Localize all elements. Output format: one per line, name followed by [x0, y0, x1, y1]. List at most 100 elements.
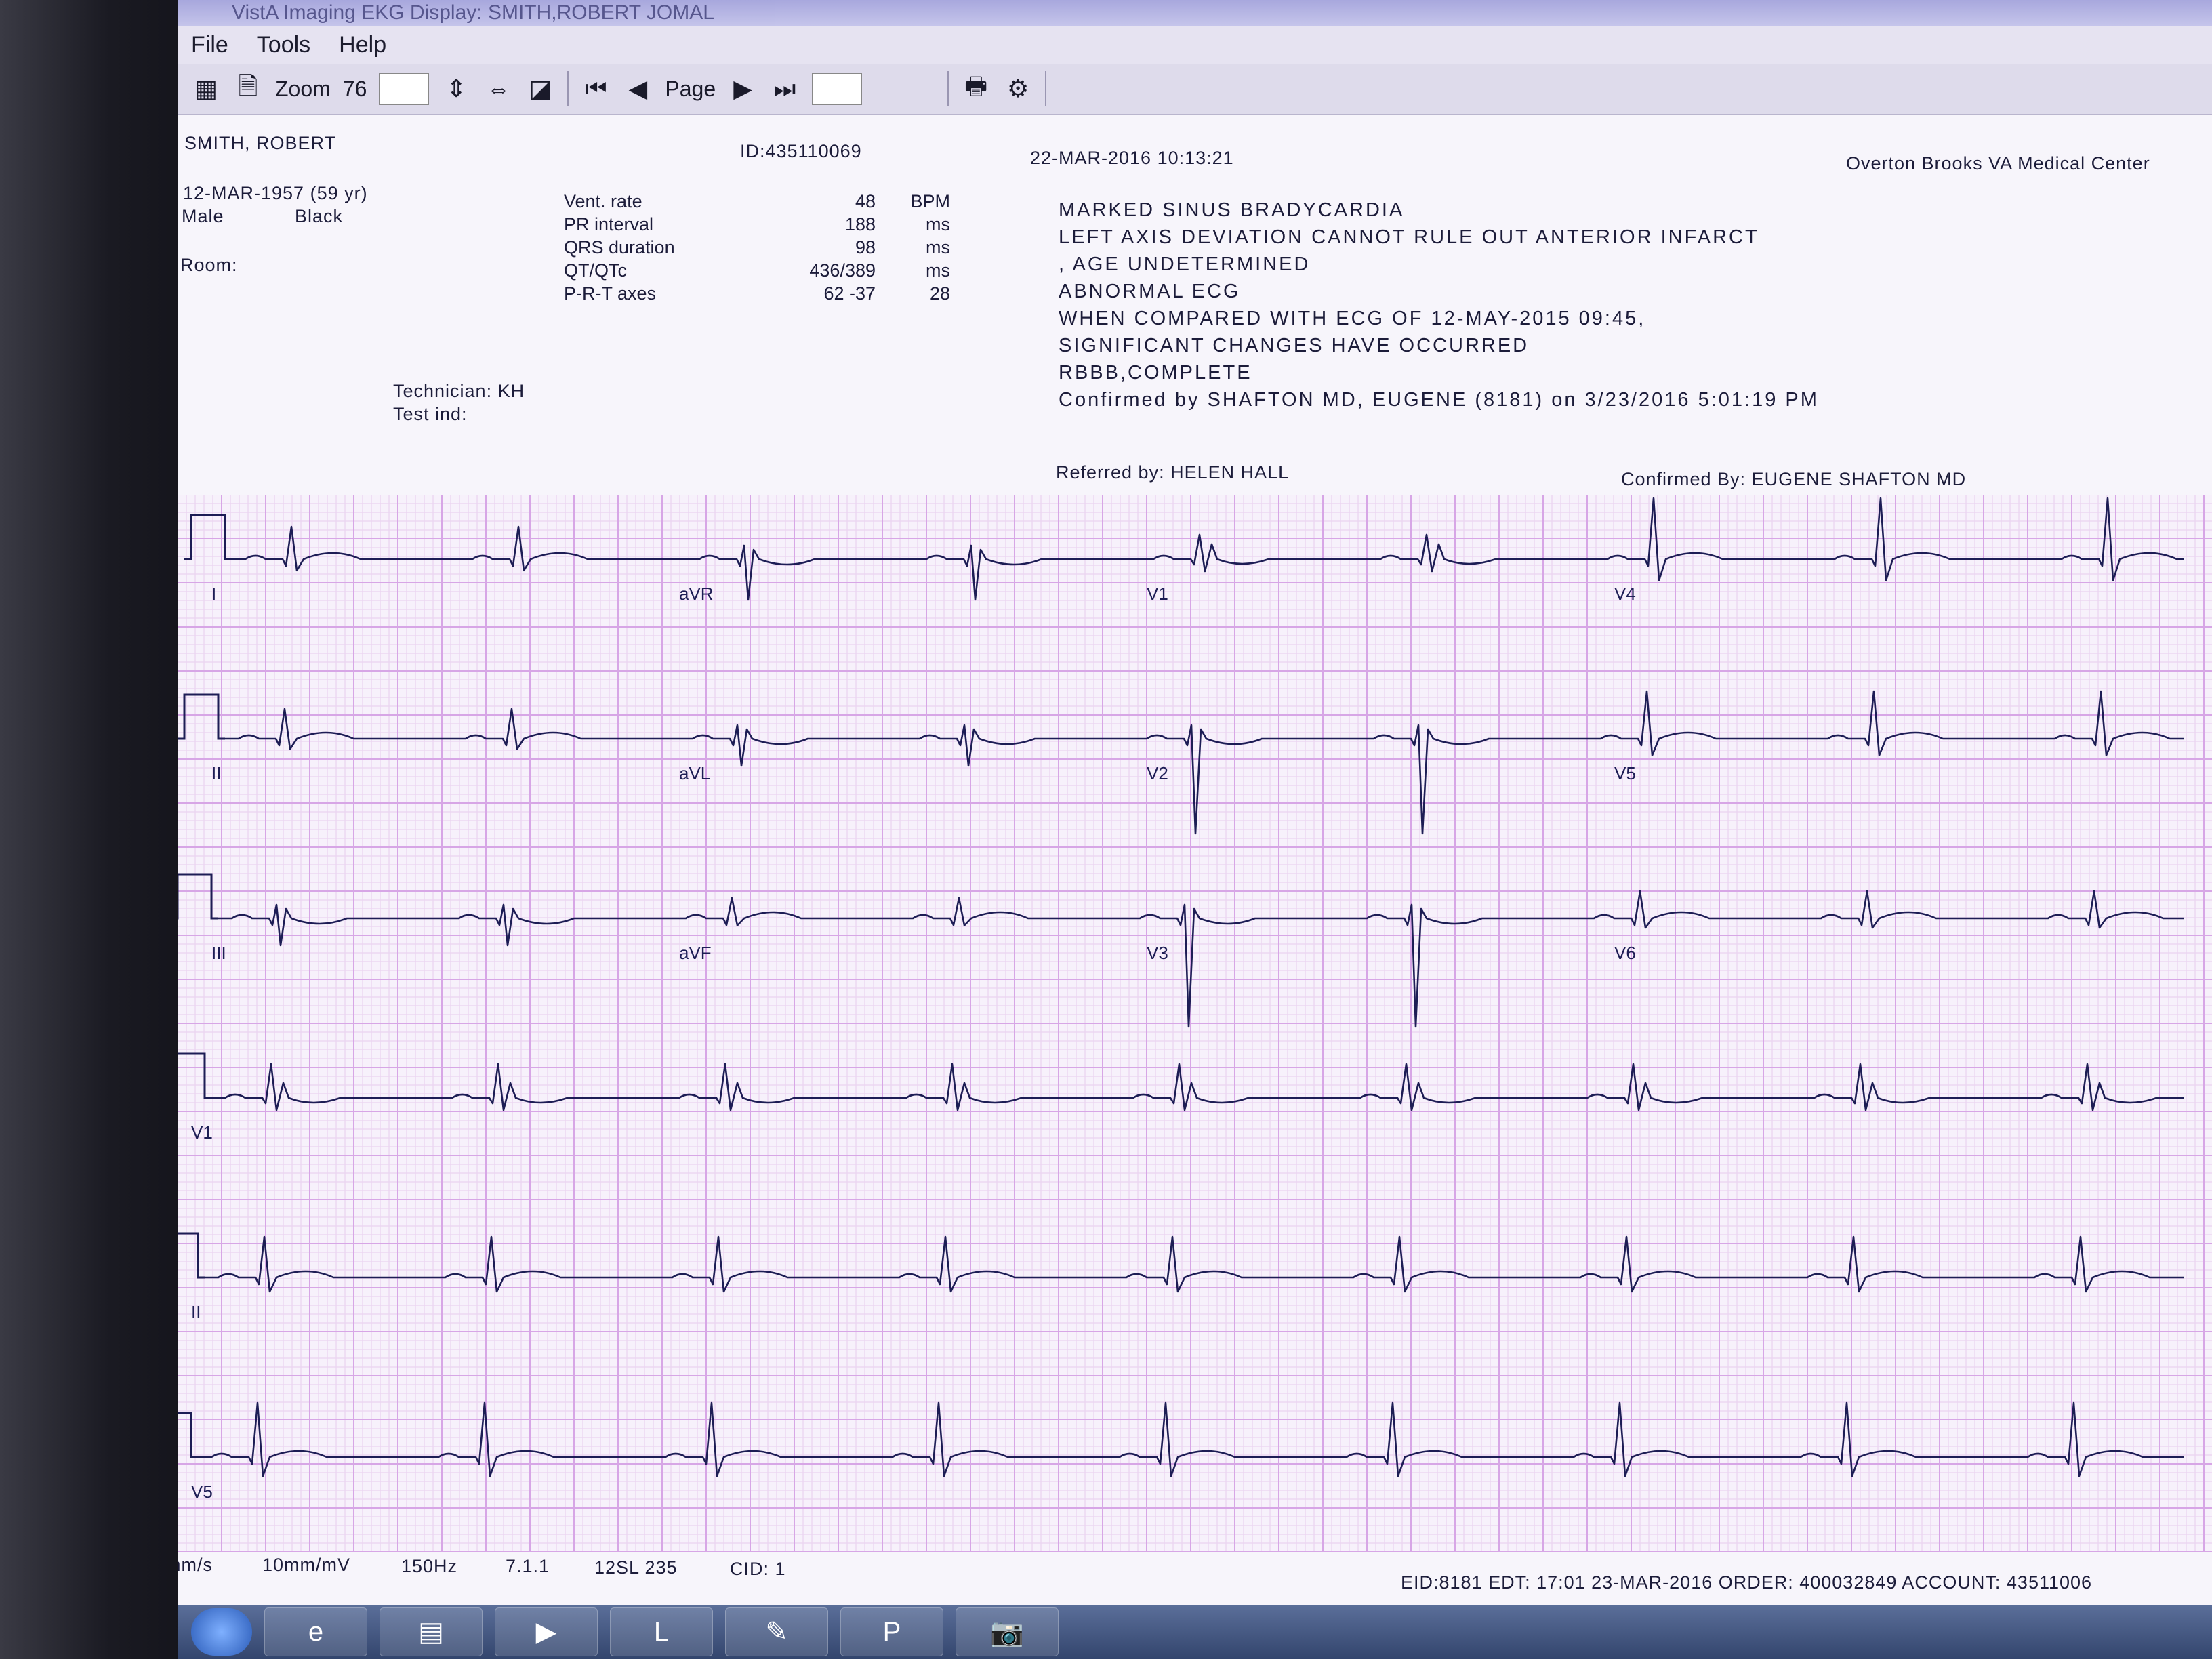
- zoom-label: Zoom: [275, 76, 331, 101]
- app-l-icon[interactable]: L: [610, 1607, 713, 1656]
- lead-label: V3: [1147, 943, 1168, 963]
- toolbar-separator: [567, 71, 569, 106]
- interpretation-line: WHEN COMPARED WITH ECG OF 12-MAY-2015 09…: [1059, 308, 1646, 329]
- toolbar-separator: [1045, 71, 1047, 106]
- lead-label: aVR: [679, 583, 714, 604]
- menu-help[interactable]: Help: [339, 32, 386, 58]
- start-button[interactable]: [191, 1608, 252, 1656]
- menu-tools[interactable]: Tools: [257, 32, 310, 58]
- measurement-unit: BPM: [910, 191, 950, 211]
- notepad-icon[interactable]: ✎: [725, 1607, 828, 1656]
- test-indication: Test ind:: [393, 404, 468, 424]
- page-input[interactable]: [812, 73, 863, 105]
- interpretation-line: Confirmed by SHAFTON MD, EUGENE (8181) o…: [1059, 389, 1819, 411]
- fit-vertical-icon[interactable]: ⇕: [441, 74, 471, 104]
- taskbar: e ▤ ▶ L ✎ P 📷: [178, 1605, 2212, 1659]
- browser-icon[interactable]: e: [264, 1607, 367, 1656]
- next-page-icon[interactable]: ▶: [728, 74, 758, 104]
- measurement-row: QRS duration 98 ms: [564, 236, 950, 259]
- lead-label: aVF: [679, 943, 712, 963]
- measurement-value: 436/389: [809, 260, 876, 281]
- report-header: SMITH, ROBERT ID:435110069 22-MAR-2016 1…: [178, 115, 2212, 495]
- measurement-unit: 28: [929, 283, 950, 304]
- toolbar: ▦ 🗎 Zoom 76 ⇕ ⇔ ◪ ⏮ ◀ Page ▶ ⏭ 🖶 ⚙: [178, 64, 2212, 115]
- measurement-row: Vent. rate 48 BPM: [564, 190, 950, 213]
- zoom-input[interactable]: [379, 73, 430, 105]
- measurement-label: QRS duration: [564, 237, 675, 258]
- measurement-value: 62 -37: [823, 283, 876, 304]
- measurement-value: 48: [855, 191, 876, 211]
- document-icon[interactable]: 🗎: [233, 72, 263, 104]
- window-title: VistA Imaging EKG Display: SMITH,ROBERT …: [178, 0, 2212, 26]
- patient-sex: Male: [182, 206, 224, 226]
- interpretation-line: ABNORMAL ECG: [1059, 281, 1241, 302]
- exam-id: ID:435110069: [740, 141, 862, 161]
- file-explorer-icon[interactable]: ▤: [380, 1607, 483, 1656]
- lead-label: V4: [1614, 583, 1636, 604]
- menu-file[interactable]: File: [191, 32, 228, 58]
- interpretation-line: MARKED SINUS BRADYCARDIA: [1059, 199, 1405, 221]
- report-footer: 25mm/s 10mm/mV 150Hz 7.1.1 12SL 235 CID:…: [178, 1552, 2212, 1606]
- lead-label: aVL: [679, 763, 710, 783]
- measurement-unit: ms: [926, 214, 950, 234]
- zoom-value: 76: [342, 76, 367, 101]
- fit-horizontal-icon[interactable]: ⇔: [483, 74, 513, 104]
- room-label: Room:: [180, 255, 238, 275]
- interpretation-line: , AGE UNDETERMINED: [1059, 253, 1311, 275]
- order-info: EID:8181 EDT: 17:01 23-MAR-2016 ORDER: 4…: [1401, 1572, 2093, 1593]
- powerpoint-icon[interactable]: P: [840, 1607, 943, 1656]
- paper-speed: 25mm/s: [178, 1555, 213, 1575]
- lead-label: I: [211, 583, 216, 604]
- print-icon[interactable]: 🖶: [961, 72, 991, 104]
- patient-race: Black: [295, 206, 344, 226]
- first-page-icon[interactable]: ⏮: [581, 74, 611, 104]
- lead-label: II: [191, 1302, 201, 1322]
- interpretation-line: SIGNIFICANT CHANGES HAVE OCCURRED: [1059, 335, 1530, 356]
- gain: 10mm/mV: [262, 1555, 351, 1575]
- measurement-label: QT/QTc: [564, 260, 627, 281]
- previous-page-icon[interactable]: ◀: [623, 74, 653, 104]
- lead-label: V2: [1147, 763, 1168, 783]
- measurement-label: PR interval: [564, 214, 654, 234]
- ekg-display-window: VistA Imaging EKG Display: SMITH,ROBERT …: [178, 0, 2212, 1659]
- measurement-label: Vent. rate: [564, 191, 642, 211]
- measurement-unit: ms: [926, 237, 950, 258]
- lead-label: III: [211, 943, 226, 963]
- measurement-row: P-R-T axes 62 -37 28: [564, 282, 950, 305]
- last-page-icon[interactable]: ⏭: [770, 74, 800, 104]
- lead-label: V5: [1614, 763, 1636, 783]
- monitor-bezel: [0, 0, 183, 1659]
- exam-datetime: 22-MAR-2016 10:13:21: [1030, 148, 1234, 168]
- lead-label: V1: [191, 1122, 213, 1143]
- ecg-tracing: IaVR V1 V4 II aVL V2 V5 III aVF V3 V6 V1 II V5: [178, 495, 2212, 1552]
- interpretation-statements: MARKED SINUS BRADYCARDIA LEFT AXIS DEVIA…: [1059, 197, 1819, 413]
- facility-name: Overton Brooks VA Medical Center: [1846, 153, 2150, 173]
- camera-icon[interactable]: 📷: [956, 1607, 1059, 1656]
- cid: CID: 1: [730, 1559, 786, 1579]
- lead-label: V5: [191, 1481, 213, 1502]
- referred-by: Referred by: HELEN HALL: [1056, 462, 1290, 483]
- lead-label: V1: [1147, 583, 1168, 604]
- measurements-table: Vent. rate 48 BPM PR interval 188 ms QRS…: [564, 190, 950, 305]
- media-player-icon[interactable]: ▶: [495, 1607, 598, 1656]
- filter: 150Hz: [401, 1556, 458, 1576]
- measurement-label: P-R-T axes: [564, 283, 657, 304]
- contrast-icon[interactable]: ◪: [525, 74, 555, 104]
- measurement-value: 188: [844, 214, 876, 234]
- measurement-row: PR interval 188 ms: [564, 213, 950, 236]
- patient-name: SMITH, ROBERT: [184, 133, 337, 153]
- version: 7.1.1: [506, 1556, 550, 1576]
- menu-bar: File Tools Help: [178, 26, 2212, 64]
- settings-gear-icon[interactable]: ⚙: [1003, 74, 1033, 104]
- page-label: Page: [665, 76, 716, 101]
- measurement-unit: ms: [926, 260, 950, 281]
- device: 12SL 235: [594, 1557, 678, 1578]
- patient-dob: 12-MAR-1957 (59 yr): [183, 183, 368, 203]
- measurement-value: 98: [855, 237, 876, 258]
- interpretation-line: LEFT AXIS DEVIATION CANNOT RULE OUT ANTE…: [1059, 226, 1759, 248]
- confirmed-by: Confirmed By: EUGENE SHAFTON MD: [1621, 469, 1967, 489]
- toolbar-separator: [947, 71, 949, 106]
- grid-view-icon[interactable]: ▦: [191, 74, 221, 104]
- lead-label: II: [211, 763, 221, 783]
- technician: Technician: KH: [393, 381, 525, 401]
